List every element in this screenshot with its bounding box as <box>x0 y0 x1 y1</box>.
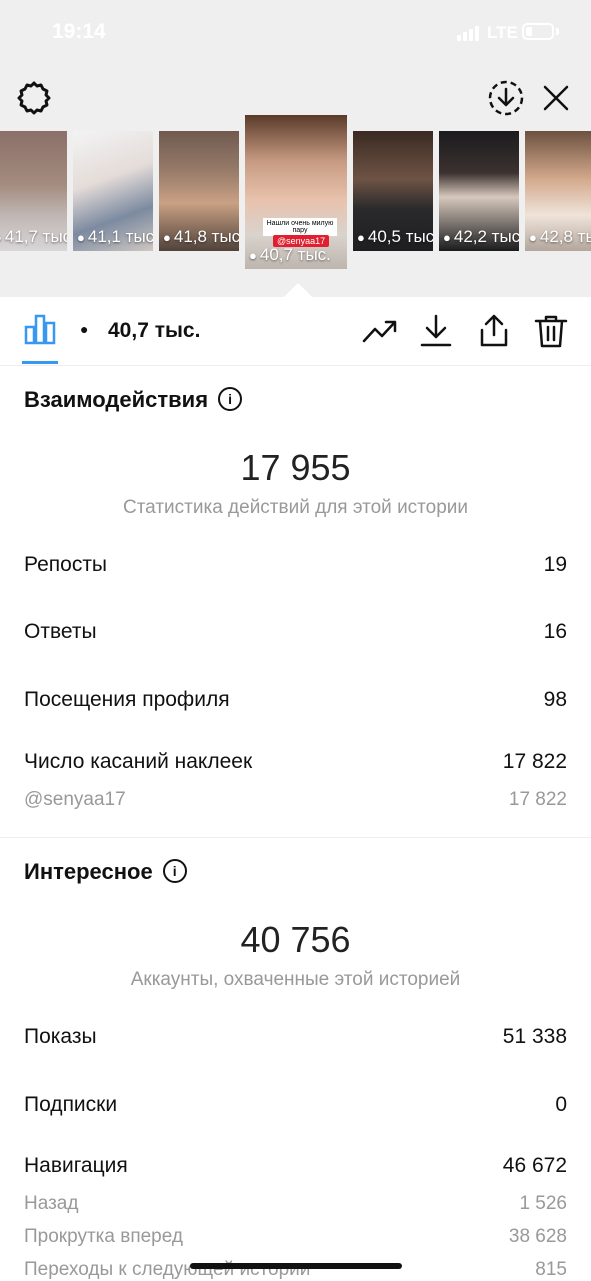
story-thumbnail[interactable]: ● 42,2 тыс. <box>439 131 519 251</box>
trash-icon[interactable] <box>533 313 569 349</box>
views-count: 40,7 тыс. <box>108 319 201 342</box>
stat-row-shares: Репосты 19 <box>24 553 567 576</box>
download-icon[interactable] <box>418 313 454 349</box>
stat-row-navigation: Навигация 46 672 <box>24 1154 567 1177</box>
interactions-total: 17 955 <box>240 447 351 488</box>
discovery-section-title: Интересное i <box>24 859 187 885</box>
story-thumbnail[interactable]: ● 41,8 тыс. <box>159 131 239 251</box>
selected-story-pointer <box>283 283 313 298</box>
active-tab-indicator <box>22 361 58 364</box>
story-thumbnail[interactable]: ● 41,1 тыс. <box>73 131 153 251</box>
discovery-total: 40 756 <box>240 919 351 960</box>
trending-icon[interactable] <box>362 313 398 349</box>
interactions-subtitle: Статистика действий для этой истории <box>122 497 469 518</box>
story-thumbnail-selected[interactable]: Нашли очень милую пару @senyaa17 ● 40,7 т… <box>245 115 347 269</box>
interactions-section-title: Взаимодействия i <box>24 387 243 413</box>
story-thumbnail[interactable]: ● 40,5 тыс. <box>353 131 433 251</box>
network-label: LTE <box>487 23 518 42</box>
section-divider <box>0 837 591 838</box>
story-strip-header: 19:14 LTE ●41,7 тыс. ●41,1 тыс. ●41,8 ты… <box>0 0 591 298</box>
save-story-icon[interactable] <box>487 79 525 117</box>
signal-icon <box>457 26 483 41</box>
stat-row-sticker-taps: Число касаний наклеек 17 822 <box>24 750 567 773</box>
eye-icon: ● <box>80 321 89 337</box>
insights-tab-icon[interactable] <box>24 313 56 345</box>
discovery-subtitle: Аккаунты, охваченные этой историей <box>130 969 461 990</box>
stat-row-profile-visits: Посещения профиля 98 <box>24 688 567 711</box>
status-time: 19:14 <box>52 20 106 43</box>
info-icon[interactable]: i <box>162 859 187 884</box>
battery-icon <box>522 23 554 40</box>
stat-row-impressions: Показы 51 338 <box>24 1025 567 1048</box>
stat-row-forward: Прокрутка вперед 38 628 <box>24 1226 567 1247</box>
story-caption: Нашли очень милую пару <box>263 218 337 236</box>
story-thumbnail[interactable]: ●42,8 тыс. <box>525 131 591 251</box>
stat-row-back: Назад 1 526 <box>24 1193 567 1214</box>
stat-row-follows: Подписки 0 <box>24 1093 567 1116</box>
share-icon[interactable] <box>476 313 512 349</box>
stat-row-replies: Ответы 16 <box>24 620 567 643</box>
eye-icon: ● <box>0 230 2 245</box>
home-indicator[interactable] <box>190 1263 402 1269</box>
story-thumbnail[interactable]: ●41,7 тыс. <box>0 131 67 251</box>
close-icon[interactable] <box>541 83 571 113</box>
info-icon[interactable]: i <box>218 387 243 412</box>
stat-row-sticker-mention: @senyaa17 17 822 <box>24 789 567 810</box>
story-toolbar: ● 40,7 тыс. <box>0 297 591 366</box>
settings-icon[interactable] <box>16 80 52 116</box>
